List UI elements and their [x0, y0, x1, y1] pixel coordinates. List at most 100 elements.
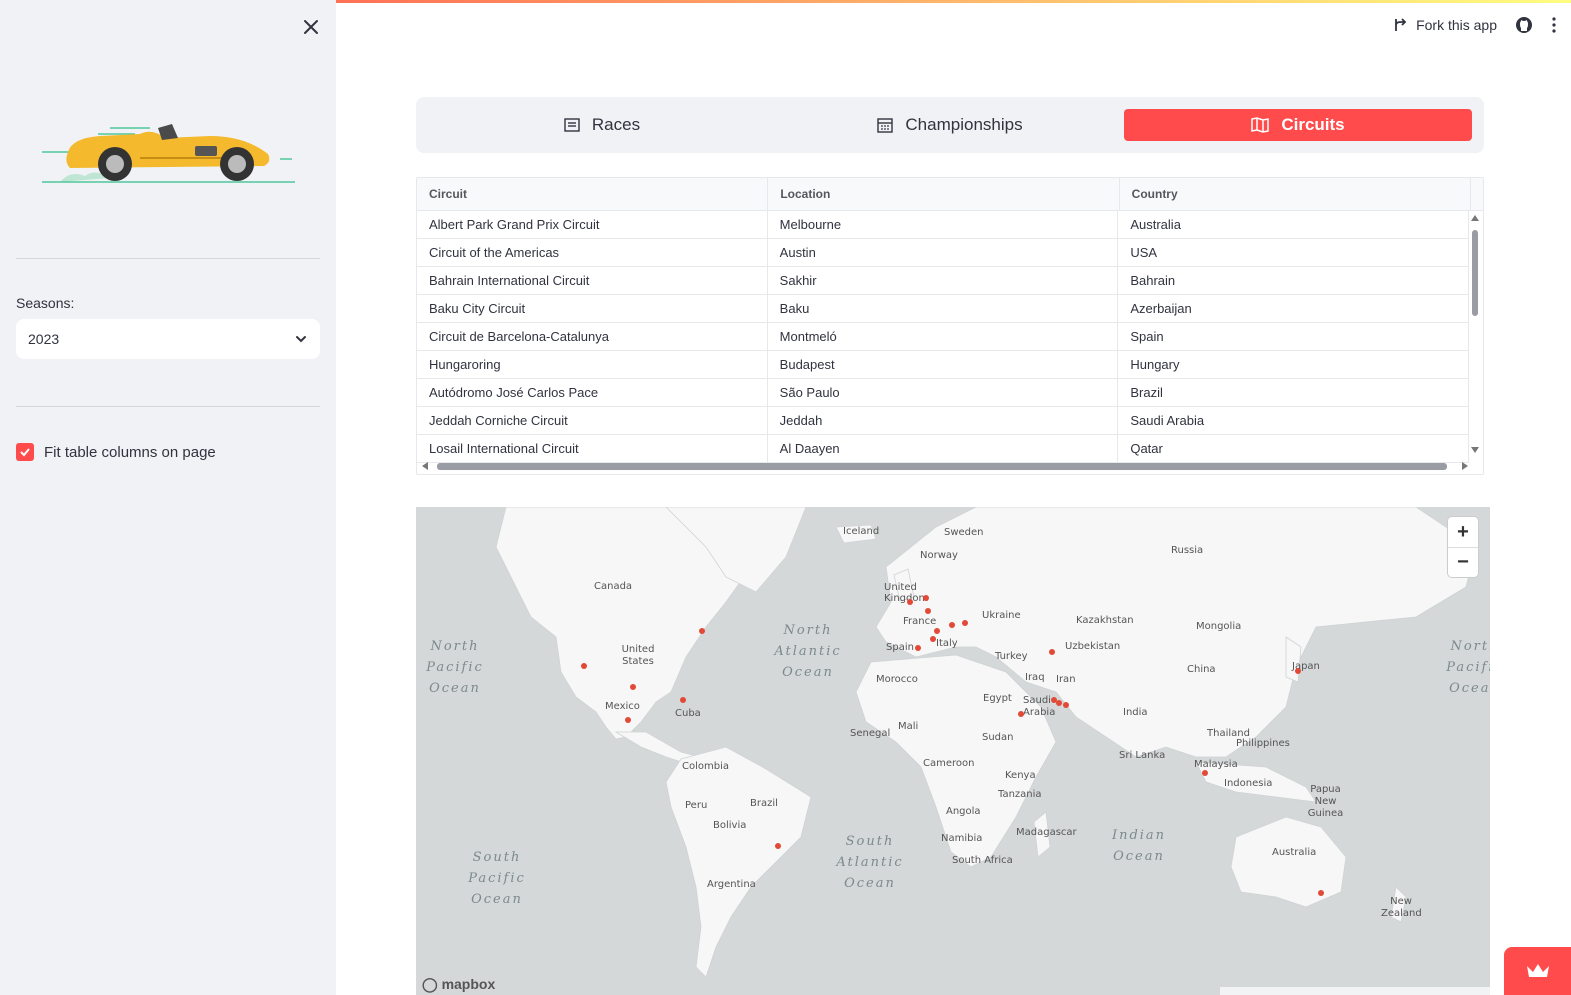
map-country-label: Mexico	[605, 701, 640, 712]
zoom-out-button[interactable]: −	[1448, 547, 1478, 577]
circuit-marker[interactable]	[1295, 668, 1301, 674]
circuit-marker[interactable]	[1202, 770, 1208, 776]
table-cell: Hungaroring	[417, 351, 768, 378]
table-cell: Jeddah	[768, 407, 1119, 434]
table-cell: Qatar	[1118, 435, 1470, 462]
map-country-label: Papua New Guinea	[1307, 784, 1344, 819]
table-row[interactable]: Circuit of the Americas Austin USA	[417, 239, 1470, 267]
map-country-label: Malaysia	[1194, 759, 1238, 770]
streamlit-badge-button[interactable]	[1504, 947, 1571, 995]
table-row[interactable]: Baku City Circuit Baku Azerbaijan	[417, 295, 1470, 323]
map-country-label: Russia	[1171, 545, 1204, 556]
map-country-label: Indonesia	[1224, 778, 1273, 789]
close-sidebar-button[interactable]	[300, 16, 322, 38]
app-header: Fork this app	[1392, 0, 1571, 50]
map-country-label: Peru	[685, 800, 708, 811]
table-row[interactable]: Losail International Circuit Al Daayen Qat…	[417, 435, 1470, 463]
github-icon[interactable]	[1515, 16, 1533, 34]
map-country-label: Mongolia	[1196, 621, 1242, 632]
circuit-marker[interactable]	[907, 599, 913, 605]
table-cell: Autódromo José Carlos Pace	[417, 379, 768, 406]
table-row[interactable]: Hungaroring Budapest Hungary	[417, 351, 1470, 379]
table-cell: USA	[1118, 239, 1470, 266]
circuit-marker[interactable]	[1063, 702, 1069, 708]
table-cell: Albert Park Grand Prix Circuit	[417, 211, 768, 238]
map-country-label: Morocco	[876, 674, 918, 685]
map-country-label: Turkey	[995, 651, 1028, 662]
horizontal-scroll-thumb[interactable]	[437, 463, 1447, 470]
more-menu-icon[interactable]	[1551, 16, 1557, 34]
circuits-table[interactable]: Circuit Location Country Albert Park Gra…	[416, 177, 1484, 475]
tab-championships-label: Championships	[905, 115, 1023, 134]
table-cell: São Paulo	[768, 379, 1119, 406]
circuit-marker[interactable]	[1018, 711, 1024, 717]
circuit-marker[interactable]	[1318, 890, 1324, 896]
map-country-label: Cameroon	[923, 758, 975, 769]
fit-columns-checkbox[interactable]	[16, 443, 34, 461]
column-header-location[interactable]: Location	[768, 178, 1120, 210]
map-attribution[interactable]	[1220, 987, 1490, 995]
circuit-marker[interactable]	[915, 645, 921, 651]
tab-races[interactable]: Races	[428, 109, 776, 141]
circuit-marker[interactable]	[1049, 649, 1055, 655]
map-country-label: Bolivia	[713, 820, 747, 831]
map-country-label: New Zealand	[1381, 896, 1422, 919]
table-cell: Circuit de Barcelona-Catalunya	[417, 323, 768, 350]
table-cell: Jeddah Corniche Circuit	[417, 407, 768, 434]
map-country-label: Ukraine	[982, 610, 1021, 621]
map-ocean-label: South Pacific Ocean	[468, 850, 526, 907]
table-cell: Al Daayen	[768, 435, 1119, 462]
vertical-scroll-thumb[interactable]	[1472, 230, 1478, 316]
circuit-marker[interactable]	[775, 843, 781, 849]
circuit-marker[interactable]	[680, 697, 686, 703]
circuit-marker[interactable]	[925, 608, 931, 614]
circuit-marker[interactable]	[923, 595, 929, 601]
zoom-in-button[interactable]: +	[1448, 517, 1478, 547]
map-country-label: Norway	[920, 550, 958, 561]
table-row[interactable]: Autódromo José Carlos Pace São Paulo Brazi…	[417, 379, 1470, 407]
tab-championships[interactable]: Championships	[776, 109, 1124, 141]
map-country-label: Namibia	[941, 833, 983, 844]
circuit-marker[interactable]	[625, 717, 631, 723]
circuit-marker[interactable]	[930, 636, 936, 642]
mapbox-logo[interactable]: ◯ mapbox	[422, 976, 495, 993]
scroll-right-icon[interactable]	[1461, 460, 1469, 472]
table-cell: Australia	[1118, 211, 1470, 238]
seasons-label: Seasons:	[16, 295, 75, 311]
column-header-circuit[interactable]: Circuit	[417, 178, 769, 210]
calendar-icon	[877, 118, 894, 133]
circuit-marker[interactable]	[1056, 700, 1062, 706]
circuit-marker[interactable]	[581, 663, 587, 669]
circuit-marker[interactable]	[699, 628, 705, 634]
column-header-country[interactable]: Country	[1120, 178, 1471, 210]
table-cell: Budapest	[768, 351, 1119, 378]
fit-columns-checkbox-row[interactable]: Fit table columns on page	[16, 443, 216, 461]
map-zoom-controls: + −	[1448, 517, 1478, 577]
map-country-label: Spain	[886, 642, 914, 653]
table-vertical-scrollbar[interactable]	[1471, 214, 1479, 454]
table-row[interactable]: Circuit de Barcelona-Catalunya Montmeló Sp…	[417, 323, 1470, 351]
seasons-select[interactable]: 2023	[16, 319, 320, 359]
map-country-label: Kazakhstan	[1076, 615, 1134, 626]
map-country-label: Cuba	[675, 708, 701, 719]
seasons-select-value: 2023	[28, 331, 60, 347]
circuits-world-map[interactable]: Iceland Sweden Norway Russia Canada Unit…	[416, 507, 1490, 995]
map-ocean-label: Indian Ocean	[1111, 828, 1167, 864]
crown-icon	[1526, 964, 1549, 977]
scroll-left-icon[interactable]	[421, 460, 429, 472]
table-row[interactable]: Jeddah Corniche Circuit Jeddah Saudi Arabi…	[417, 407, 1470, 435]
map-country-label: Tanzania	[998, 789, 1042, 800]
tab-circuits[interactable]: Circuits	[1124, 109, 1472, 141]
fork-app-button[interactable]: Fork this app	[1392, 17, 1497, 33]
table-row[interactable]: Albert Park Grand Prix Circuit Melbourne A…	[417, 211, 1470, 239]
scroll-up-icon[interactable]	[1471, 214, 1479, 222]
scroll-down-icon[interactable]	[1471, 446, 1479, 454]
table-cell: Melbourne	[768, 211, 1119, 238]
circuit-marker[interactable]	[934, 628, 940, 634]
circuit-marker[interactable]	[630, 684, 636, 690]
tab-circuits-label: Circuits	[1281, 115, 1345, 134]
circuit-marker[interactable]	[962, 620, 968, 626]
table-horizontal-scrollbar[interactable]	[421, 460, 1469, 472]
table-row[interactable]: Bahrain International Circuit Sakhir Bahra…	[417, 267, 1470, 295]
circuit-marker[interactable]	[949, 622, 955, 628]
